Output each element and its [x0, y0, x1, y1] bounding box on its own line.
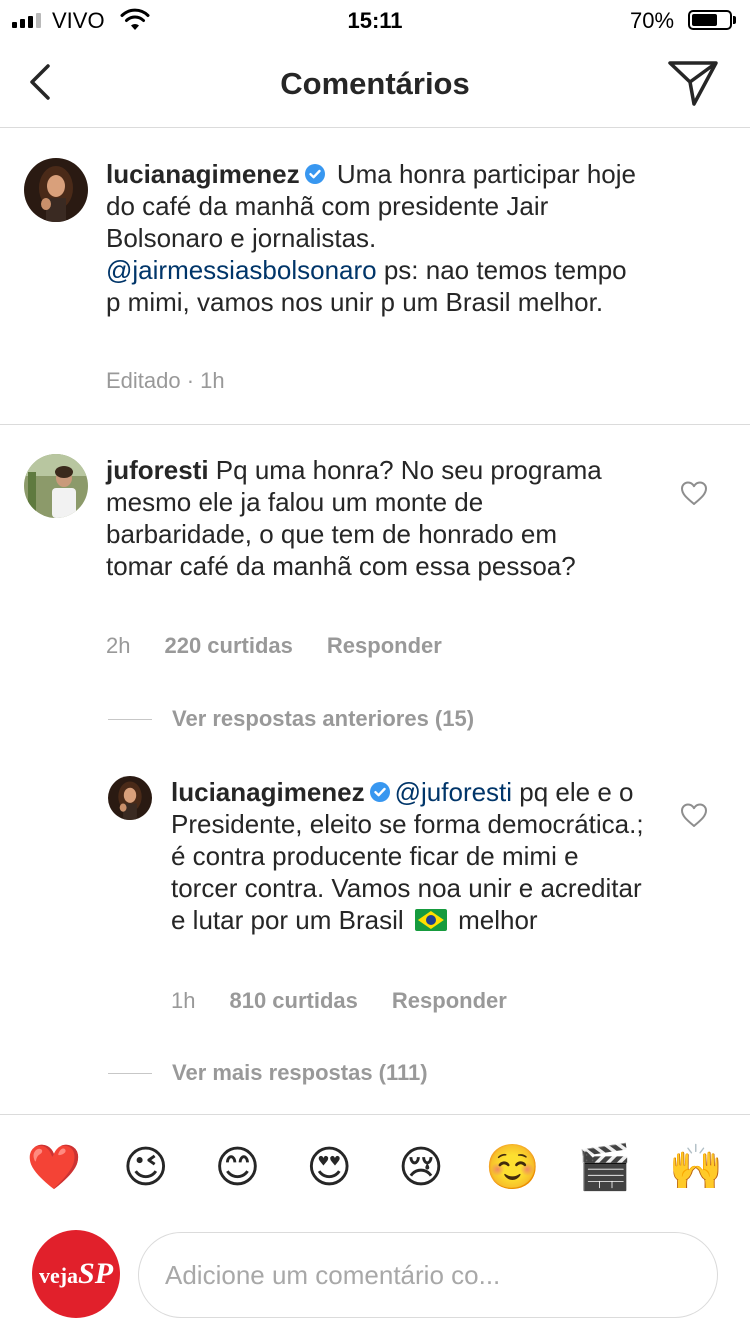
view-previous-replies-label[interactable]: Ver respostas anteriores (15) [172, 706, 474, 732]
caption-edited-time: Editado · 1h [106, 368, 225, 393]
comment-text: juforesti Pq uma honra? No seu programa … [106, 454, 626, 582]
reply-likes-count[interactable]: 810 curtidas [229, 988, 357, 1014]
avatar-lucianagimenez[interactable] [24, 158, 88, 222]
reply-time: 1h [171, 988, 196, 1013]
brazil-flag-icon [414, 909, 447, 931]
comment-likes-count[interactable]: 220 curtidas [164, 633, 292, 659]
heart-eyes-emoji[interactable]: 😍 [299, 1143, 359, 1193]
verified-badge-icon [369, 782, 390, 802]
view-previous-replies-button[interactable]: Ver respostas anteriores (15) [108, 706, 474, 732]
battery-icon [688, 10, 732, 30]
avatar-reply-lucianagimenez[interactable] [108, 776, 152, 820]
comment-input[interactable] [138, 1232, 718, 1318]
like-heart-icon[interactable] [680, 480, 708, 506]
reply-text: lucianagimenez @juforesti pq ele e o Pres… [171, 776, 651, 936]
current-user-avatar: vejaSP [32, 1230, 120, 1318]
reply-mention-link[interactable]: @juforesti [395, 777, 512, 807]
divider [0, 424, 750, 425]
emoji-quick-bar: ❤️ 😉 😊 😍 😢 ☺️ 🎬 🙌 [0, 1114, 750, 1220]
comment-time: 2h [106, 633, 131, 658]
view-more-replies-button[interactable]: Ver mais respostas (111) [108, 1060, 428, 1086]
caption-mention-link[interactable]: @jairmessiasbolsonaro [106, 255, 377, 285]
like-heart-icon[interactable] [680, 802, 708, 828]
comment-reply-button[interactable]: Responder [327, 633, 442, 659]
view-more-replies-label[interactable]: Ver mais respostas (111) [172, 1060, 428, 1086]
blush-emoji[interactable]: ☺️ [483, 1143, 543, 1193]
direct-send-icon[interactable] [666, 58, 720, 108]
clapper-board-emoji[interactable]: 🎬 [574, 1143, 634, 1193]
heart-emoji[interactable]: ❤️ [24, 1143, 84, 1193]
caption-username[interactable]: lucianagimenez [106, 159, 300, 189]
battery-percent: 70% [630, 8, 675, 33]
replies-line-divider [108, 1072, 152, 1074]
wink-emoji[interactable]: 😉 [116, 1143, 176, 1193]
caption-text: lucianagimenez Uma honra participar hoje… [106, 158, 646, 318]
reply-reply-button[interactable]: Responder [392, 988, 507, 1014]
smile-emoji[interactable]: 😊 [207, 1143, 267, 1193]
comment-compose-area: vejaSP [0, 1220, 750, 1334]
status-bar: VIVO 15:11 70% [0, 0, 750, 40]
replies-line-divider [108, 718, 152, 720]
caption-meta: Editado · 1h [106, 368, 225, 394]
vejasp-logo: vejaSP [38, 1257, 114, 1290]
battery-cap [733, 16, 736, 24]
navigation-bar: Comentários [0, 40, 750, 128]
raised-hands-emoji[interactable]: 🙌 [666, 1143, 726, 1193]
verified-badge-icon [304, 164, 325, 184]
page-title: Comentários [280, 66, 470, 101]
reply-username[interactable]: lucianagimenez [171, 777, 365, 807]
avatar-juforesti[interactable] [24, 454, 88, 518]
crying-emoji[interactable]: 😢 [391, 1143, 451, 1193]
comment-username[interactable]: juforesti [106, 455, 209, 485]
reply-body-2: melhor [450, 905, 538, 935]
reply-meta: 1h 810 curtidas Responder [171, 988, 507, 1014]
comment-meta: 2h 220 curtidas Responder [106, 633, 442, 659]
